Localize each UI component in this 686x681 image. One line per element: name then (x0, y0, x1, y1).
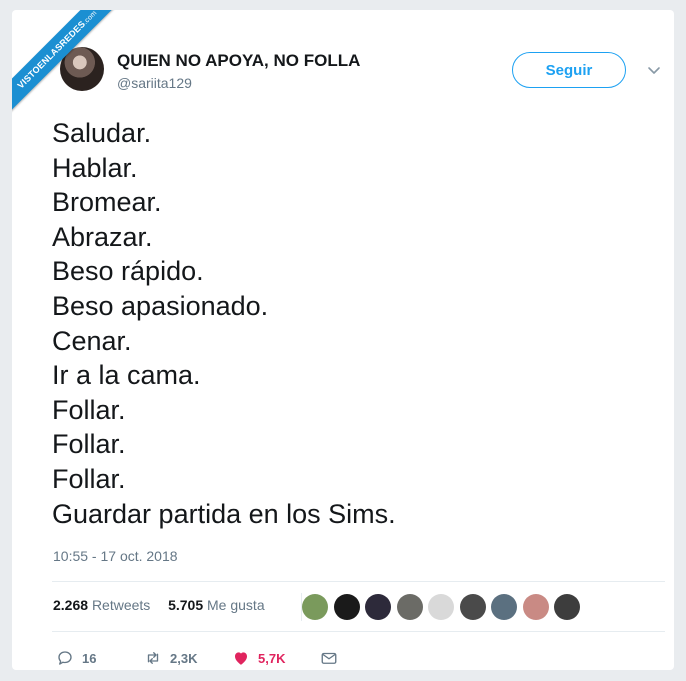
liker-avatar[interactable] (554, 594, 580, 620)
likes-count[interactable]: 5.705 (168, 597, 203, 613)
watermark-label: VISTOENLASREDES.com (12, 10, 125, 117)
like-count: 5,7K (258, 650, 286, 666)
liker-avatar[interactable] (396, 594, 423, 620)
reply-icon (58, 651, 72, 665)
likes-label[interactable]: Me gusta (207, 597, 265, 613)
liker-avatar[interactable] (365, 594, 391, 620)
liker-avatars (301, 593, 580, 621)
liker-avatar[interactable] (428, 594, 454, 620)
reply-action[interactable]: 16 (56, 649, 144, 667)
divider (52, 581, 665, 582)
retweets-count[interactable]: 2.268 (53, 597, 88, 613)
tweet-line: Hablar. (52, 152, 138, 183)
liker-avatar[interactable] (522, 594, 549, 620)
action-bar: 16 2,3K 5,7K (56, 648, 346, 668)
tweet-stats: 2.268 Retweets 5.705 Me gusta (53, 597, 265, 613)
retweet-action[interactable]: 2,3K (144, 649, 232, 667)
tweet-text: Saludar. Hablar. Bromear. Abrazar. Beso … (52, 116, 396, 531)
divider (52, 631, 665, 632)
retweet-count: 2,3K (170, 650, 198, 666)
tweet-line: Bromear. (52, 187, 162, 218)
tweet-line: Follar. (52, 463, 126, 494)
chevron-down-icon[interactable] (646, 62, 662, 78)
retweet-icon (147, 652, 159, 664)
watermark-ribbon: VISTOENLASREDES.com (12, 10, 132, 130)
tweet-line: Follar. (52, 429, 126, 460)
retweets-label[interactable]: Retweets (92, 597, 150, 613)
tweet-line: Abrazar. (52, 221, 153, 252)
liker-avatar[interactable] (491, 594, 517, 620)
tweet-timestamp[interactable]: 10:55 - 17 oct. 2018 (53, 548, 178, 564)
tweet-card: VISTOENLASREDES.com QUIEN NO APOYA, NO F… (12, 10, 674, 670)
heart-icon (235, 652, 247, 665)
tweet-line: Cenar. (52, 325, 132, 356)
liker-avatar[interactable] (333, 594, 360, 620)
tweet-line: Ir a la cama. (52, 360, 201, 391)
message-action[interactable] (320, 649, 346, 667)
tweet-line: Beso apasionado. (52, 290, 269, 321)
like-action[interactable]: 5,7K (232, 649, 320, 667)
envelope-icon (321, 652, 337, 664)
follow-button[interactable]: Seguir (512, 52, 626, 88)
liker-avatar[interactable] (459, 594, 486, 620)
tweet-line: Beso rápido. (52, 256, 204, 287)
display-name[interactable]: QUIEN NO APOYA, NO FOLLA (117, 51, 360, 71)
liker-avatar[interactable] (302, 594, 328, 620)
tweet-line: Follar. (52, 394, 126, 425)
tweet-line: Guardar partida en los Sims. (52, 498, 396, 529)
reply-count: 16 (82, 650, 97, 666)
